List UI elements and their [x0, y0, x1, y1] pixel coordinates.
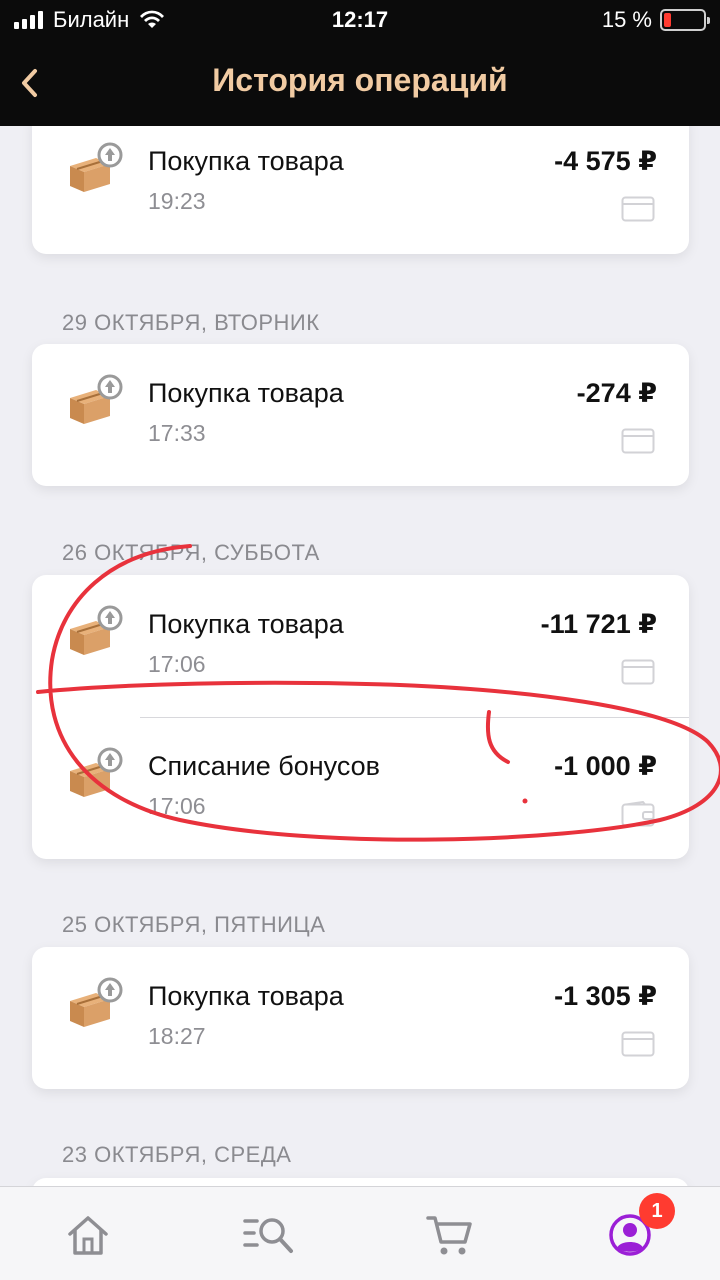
tab-home[interactable] [60, 1207, 116, 1263]
date-header: 26 ОКТЯБРЯ, СУББОТА [62, 540, 320, 565]
date-header: 23 ОКТЯБРЯ, СРЕДА [62, 1142, 292, 1167]
battery-percent: 15 % [601, 7, 652, 32]
status-bar: Билайн 12:17 15 % [0, 0, 720, 40]
operation-title: Покупка товара [148, 146, 344, 176]
operation-amount: -1 000 ₽ [554, 751, 657, 781]
operation-time: 19:23 [148, 188, 206, 214]
battery-icon [660, 9, 710, 31]
operation-amount: -11 721 ₽ [540, 609, 657, 639]
parcel-icon [70, 605, 123, 655]
operation-title: Списание бонусов [148, 751, 380, 781]
cart-icon [426, 1216, 472, 1255]
operation-amount: -1 305 ₽ [554, 981, 657, 1011]
operation-row[interactable]: Списание бонусов 17:06 -1 000 ₽ [32, 717, 689, 859]
page-title: История операций [212, 62, 508, 98]
card-icon [621, 196, 655, 222]
operation-card [32, 1178, 689, 1186]
operation-amount: -4 575 ₽ [554, 146, 657, 176]
top-bar: Билайн 12:17 15 % История операций [0, 0, 720, 126]
wallet-icon [621, 801, 655, 827]
card-icon [621, 1031, 655, 1057]
tab-search[interactable] [242, 1207, 298, 1263]
header: История операций [0, 40, 720, 126]
profile-badge: 1 [639, 1193, 675, 1229]
operation-card: Покупка товара 18:27 -1 305 ₽ [32, 947, 689, 1089]
parcel-icon [70, 374, 123, 424]
operation-time: 17:06 [148, 793, 206, 819]
parcel-icon [70, 747, 123, 797]
operations-list[interactable]: Покупка товара 19:23 -4 575 ₽ 29 ОКТЯБРЯ… [0, 126, 720, 1186]
operation-row[interactable]: Покупка товара 17:06 -11 721 ₽ [32, 575, 689, 717]
card-icon [621, 659, 655, 685]
parcel-icon [70, 977, 123, 1027]
search-icon [243, 1218, 293, 1253]
operation-card: Покупка товара 17:06 -11 721 ₽ Списание … [32, 575, 689, 859]
operation-amount: -274 ₽ [576, 378, 657, 408]
tab-bar [0, 1186, 720, 1280]
operation-card: Покупка товара 19:23 -4 575 ₽ [32, 126, 689, 254]
tab-cart[interactable] [422, 1207, 478, 1263]
card-icon [621, 428, 655, 454]
operation-time: 17:33 [148, 420, 206, 446]
date-header: 29 ОКТЯБРЯ, ВТОРНИК [62, 310, 320, 335]
operation-card: Покупка товара 17:33 -274 ₽ [32, 344, 689, 486]
operation-time: 17:06 [148, 651, 206, 677]
date-header: 25 ОКТЯБРЯ, ПЯТНИЦА [62, 912, 326, 937]
home-icon [68, 1216, 108, 1255]
operation-title: Покупка товара [148, 609, 344, 639]
operation-row[interactable]: Покупка товара 19:23 -4 575 ₽ [32, 126, 689, 254]
parcel-icon [70, 142, 123, 192]
operation-title: Покупка товара [148, 981, 344, 1011]
operation-row[interactable]: Покупка товара 17:33 -274 ₽ [32, 344, 689, 486]
operation-title: Покупка товара [148, 378, 344, 408]
operation-time: 18:27 [148, 1023, 206, 1049]
operation-row[interactable]: Покупка товара 18:27 -1 305 ₽ [32, 947, 689, 1089]
